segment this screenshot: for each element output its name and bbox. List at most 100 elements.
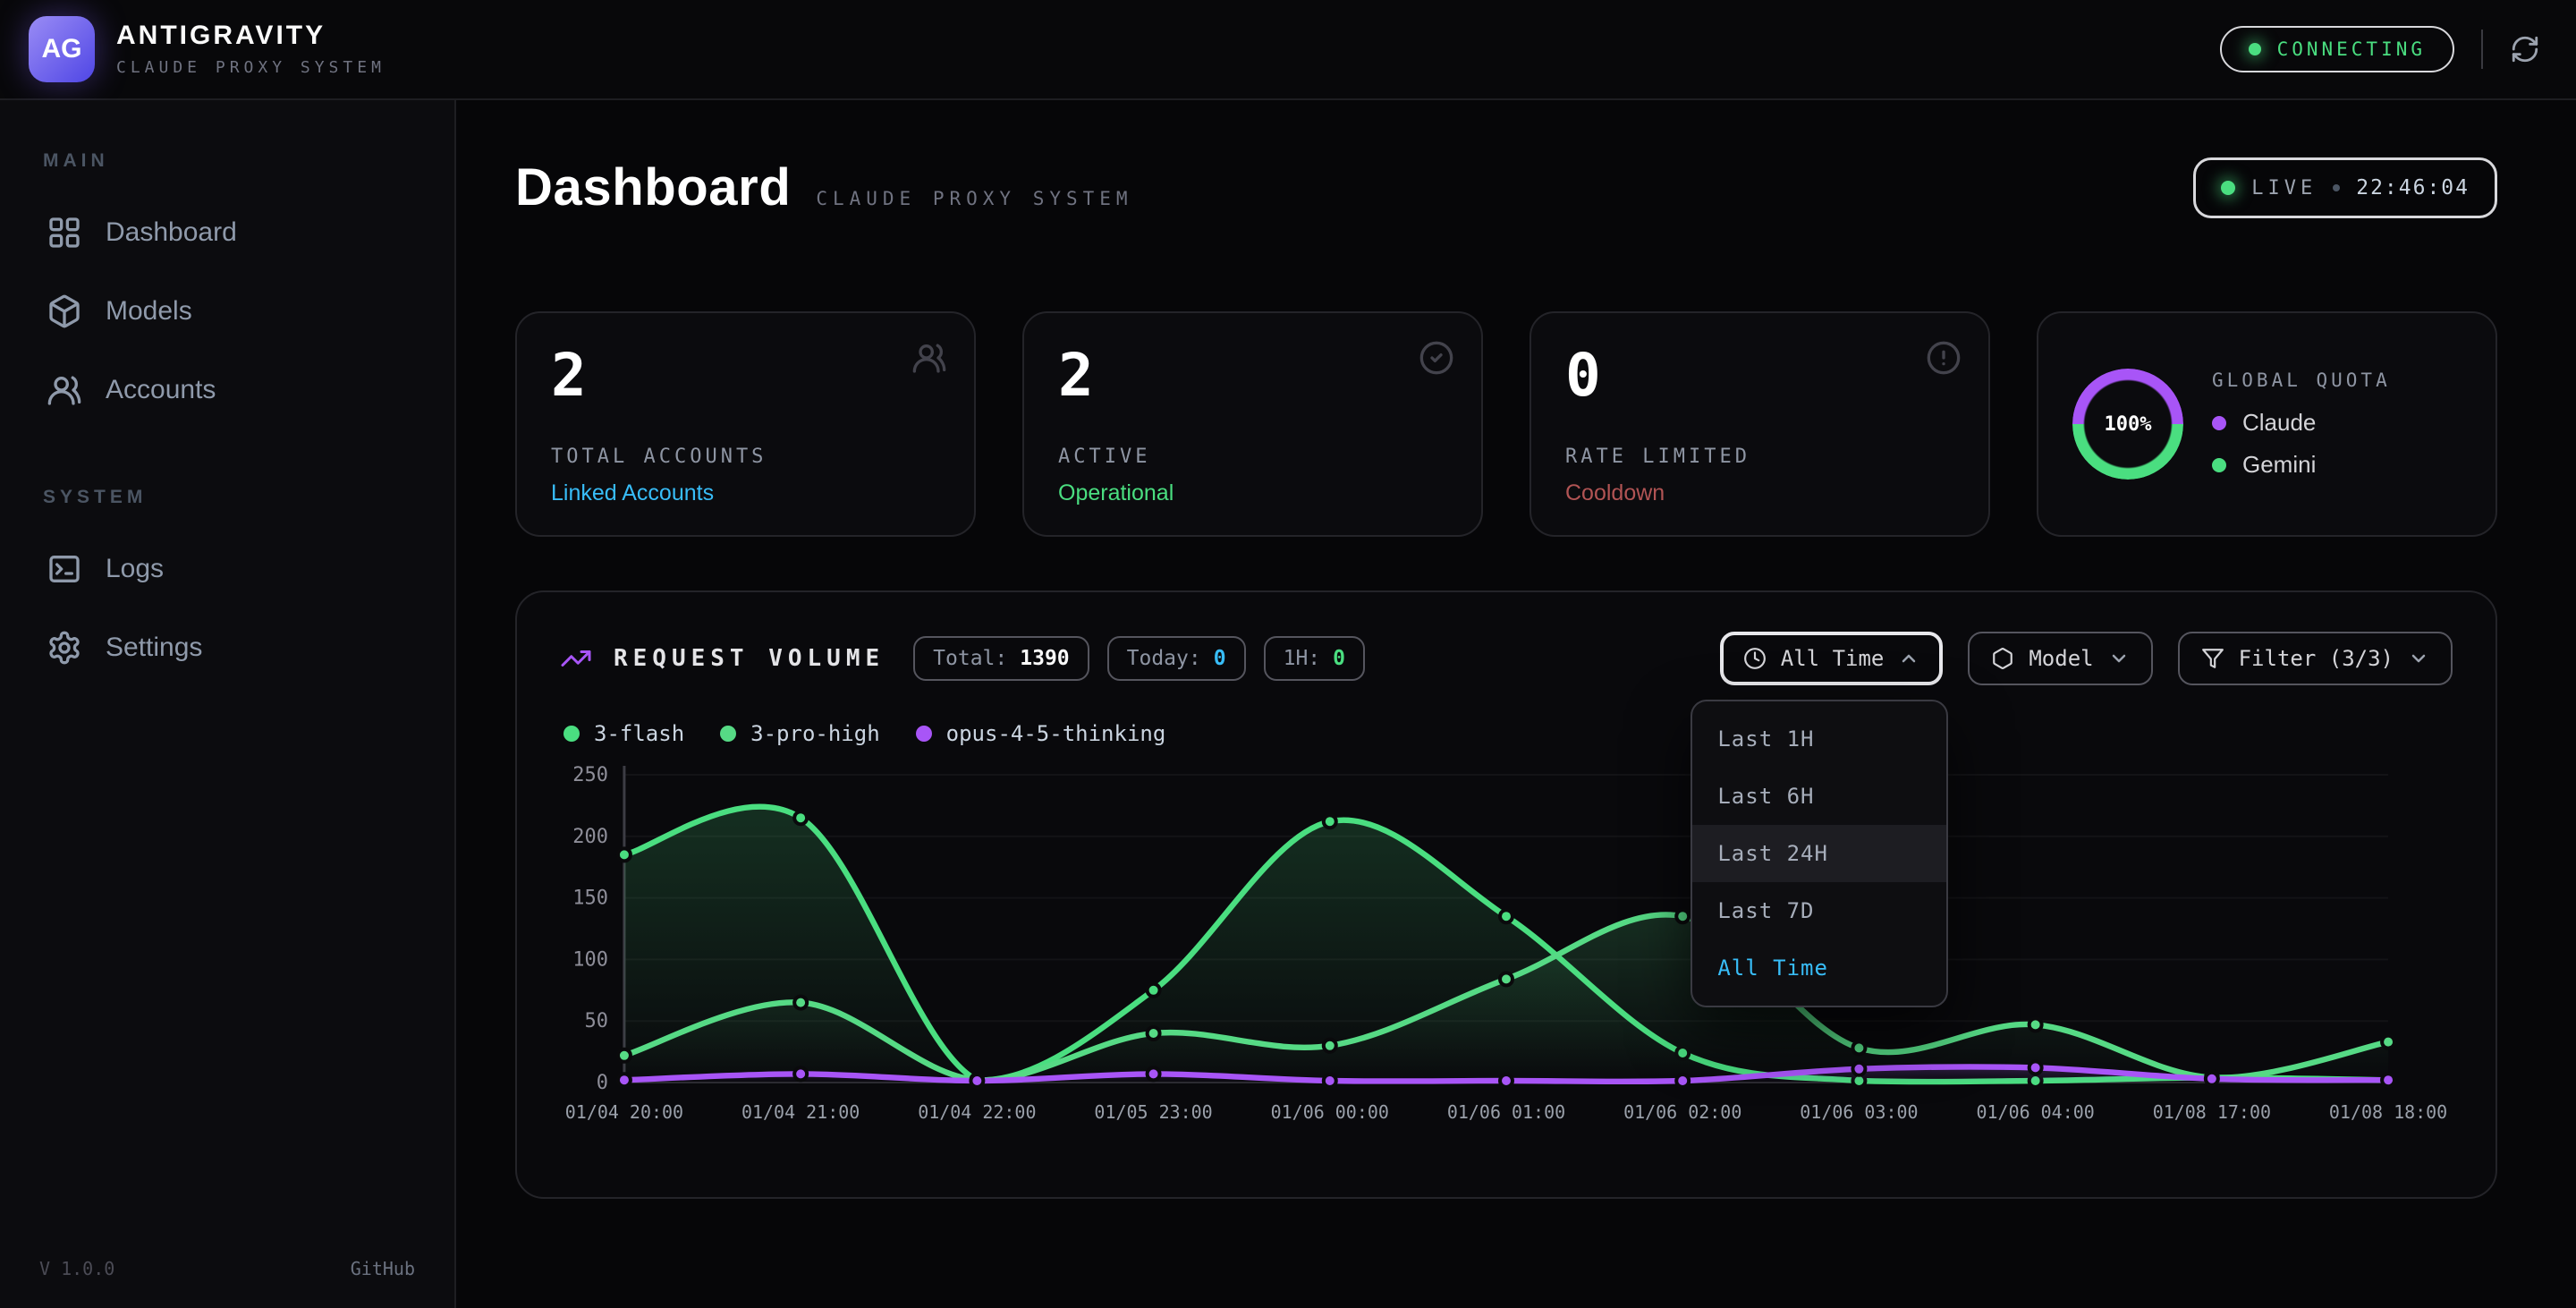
svg-text:01/04 20:00: 01/04 20:00: [565, 1101, 683, 1123]
funnel-icon: [2201, 647, 2224, 670]
quota-ring: 100%: [2072, 369, 2183, 480]
stats-row: 2 TOTAL ACCOUNTS Linked Accounts 2 ACTIV…: [515, 311, 2497, 537]
volume-counters: Total: 1390 Today: 0 1H: 0: [913, 636, 1365, 681]
chevron-down-icon: [2408, 648, 2429, 669]
quota-legend-label: Claude: [2242, 409, 2316, 437]
gemini-dot-icon: [2212, 458, 2226, 472]
time-range-button[interactable]: All Time: [1720, 632, 1944, 685]
connection-status-badge: CONNECTING: [2220, 26, 2454, 72]
counter-label: Today:: [1127, 647, 1201, 670]
app-tagline: CLAUDE PROXY SYSTEM: [116, 58, 386, 77]
stat-value: 0: [1565, 342, 1954, 410]
page-title: Dashboard: [515, 157, 791, 217]
sidebar: MAIN Dashboard Models: [0, 100, 456, 1308]
sidebar-item-dashboard[interactable]: Dashboard: [32, 193, 422, 272]
quota-legend-gemini: Gemini: [2212, 451, 2391, 479]
request-volume-panel: REQUEST VOLUME Total: 1390 Today: 0 1H:: [515, 590, 2497, 1199]
terminal-icon: [47, 551, 82, 587]
counter-value: 0: [1333, 647, 1345, 670]
counter-total: Total: 1390: [913, 636, 1089, 681]
live-label: LIVE: [2251, 177, 2317, 200]
counter-today: Today: 0: [1107, 636, 1246, 681]
refresh-icon[interactable]: [2510, 34, 2540, 64]
svg-text:0: 0: [597, 1072, 608, 1094]
counter-value: 1390: [1020, 647, 1069, 670]
svg-text:01/06 01:00: 01/06 01:00: [1447, 1101, 1565, 1123]
sidebar-item-settings[interactable]: Settings: [32, 608, 422, 687]
legend-item-3-pro-high: 3-pro-high: [720, 721, 880, 746]
sidebar-item-logs[interactable]: Logs: [32, 530, 422, 608]
legend-label: opus-4-5-thinking: [946, 721, 1166, 746]
filter-button-label: Filter (3/3): [2239, 646, 2394, 671]
svg-text:01/06 02:00: 01/06 02:00: [1623, 1101, 1741, 1123]
series-dot-icon: [720, 726, 736, 742]
model-filter-button[interactable]: Model: [1968, 632, 2152, 685]
users-icon: [911, 340, 947, 376]
legend-label: 3-pro-high: [750, 721, 880, 746]
quota-legend-label: Gemini: [2242, 451, 2316, 479]
separator-dot-icon: [2333, 184, 2340, 191]
legend-item-opus: opus-4-5-thinking: [916, 721, 1166, 746]
counter-label: Total:: [933, 647, 1007, 670]
github-link[interactable]: GitHub: [351, 1258, 415, 1279]
divider: [2481, 30, 2483, 69]
svg-text:01/06 04:00: 01/06 04:00: [1976, 1101, 2094, 1123]
global-quota-card: 100% GLOBAL QUOTA Claude Gemini: [2037, 311, 2497, 537]
quota-legend-claude: Claude: [2212, 409, 2391, 437]
live-badge: LIVE 22:46:04: [2193, 157, 2497, 218]
svg-text:01/08 17:00: 01/08 17:00: [2153, 1101, 2271, 1123]
app-root: AG ANTIGRAVITY CLAUDE PROXY SYSTEM CONNE…: [0, 0, 2576, 1308]
quota-label: GLOBAL QUOTA: [2212, 369, 2391, 391]
sidebar-section-system: SYSTEM: [43, 487, 411, 508]
svg-text:01/06 00:00: 01/06 00:00: [1271, 1101, 1389, 1123]
app-header: AG ANTIGRAVITY CLAUDE PROXY SYSTEM CONNE…: [0, 0, 2576, 100]
chart-title: REQUEST VOLUME: [614, 645, 885, 672]
check-circle-icon: [1419, 340, 1454, 376]
sidebar-section-main: MAIN: [43, 150, 411, 172]
svg-text:01/06 03:00: 01/06 03:00: [1800, 1101, 1918, 1123]
svg-text:01/05 23:00: 01/05 23:00: [1094, 1101, 1212, 1123]
stat-value: 2: [1058, 342, 1447, 410]
legend-label: 3-flash: [594, 721, 684, 746]
sidebar-item-label: Accounts: [106, 375, 216, 405]
connection-status-label: CONNECTING: [2277, 38, 2426, 60]
app-title: ANTIGRAVITY: [116, 22, 386, 49]
dropdown-item-last-6h[interactable]: Last 6H: [1692, 768, 1946, 825]
dropdown-item-all-time[interactable]: All Time: [1692, 939, 1946, 997]
cube-icon: [1991, 647, 2014, 670]
request-volume-chart: 05010015020025001/04 20:0001/04 21:0001/…: [560, 753, 2453, 1133]
stat-card-total-accounts: 2 TOTAL ACCOUNTS Linked Accounts: [515, 311, 976, 537]
page-header: Dashboard CLAUDE PROXY SYSTEM LIVE 22:46…: [515, 157, 2497, 218]
dropdown-item-last-24h[interactable]: Last 24H: [1692, 825, 1946, 882]
model-button-label: Model: [2029, 646, 2093, 671]
dropdown-item-last-7d[interactable]: Last 7D: [1692, 882, 1946, 939]
page-subtitle: CLAUDE PROXY SYSTEM: [816, 188, 1132, 209]
cube-icon: [47, 293, 82, 329]
stat-sublabel: Linked Accounts: [551, 480, 940, 506]
dropdown-item-last-1h[interactable]: Last 1H: [1692, 710, 1946, 768]
gear-icon: [47, 630, 82, 666]
time-range-label: All Time: [1781, 646, 1885, 671]
live-dot-icon: [2221, 181, 2235, 195]
sidebar-item-models[interactable]: Models: [32, 272, 422, 351]
chevron-up-icon: [1898, 648, 1919, 669]
svg-text:200: 200: [572, 826, 608, 848]
trending-up-icon: [560, 642, 592, 675]
filter-button[interactable]: Filter (3/3): [2178, 632, 2453, 685]
sidebar-item-accounts[interactable]: Accounts: [32, 351, 422, 429]
brand: AG ANTIGRAVITY CLAUDE PROXY SYSTEM: [29, 16, 386, 82]
sidebar-footer: V 1.0.0 GitHub: [32, 1258, 422, 1279]
sidebar-item-label: Dashboard: [106, 217, 237, 248]
stat-value: 2: [551, 342, 940, 410]
svg-text:01/04 22:00: 01/04 22:00: [918, 1101, 1036, 1123]
stat-label: TOTAL ACCOUNTS: [551, 446, 940, 468]
counter-label: 1H:: [1284, 647, 1321, 670]
svg-text:150: 150: [572, 888, 608, 910]
svg-text:01/08 18:00: 01/08 18:00: [2329, 1101, 2447, 1123]
claude-dot-icon: [2212, 416, 2226, 430]
stat-sublabel: Operational: [1058, 480, 1447, 506]
dashboard-grid-icon: [47, 215, 82, 251]
counter-value: 0: [1214, 647, 1226, 670]
live-clock: 22:46:04: [2356, 176, 2470, 200]
chart-header: REQUEST VOLUME Total: 1390 Today: 0 1H:: [560, 632, 2453, 685]
